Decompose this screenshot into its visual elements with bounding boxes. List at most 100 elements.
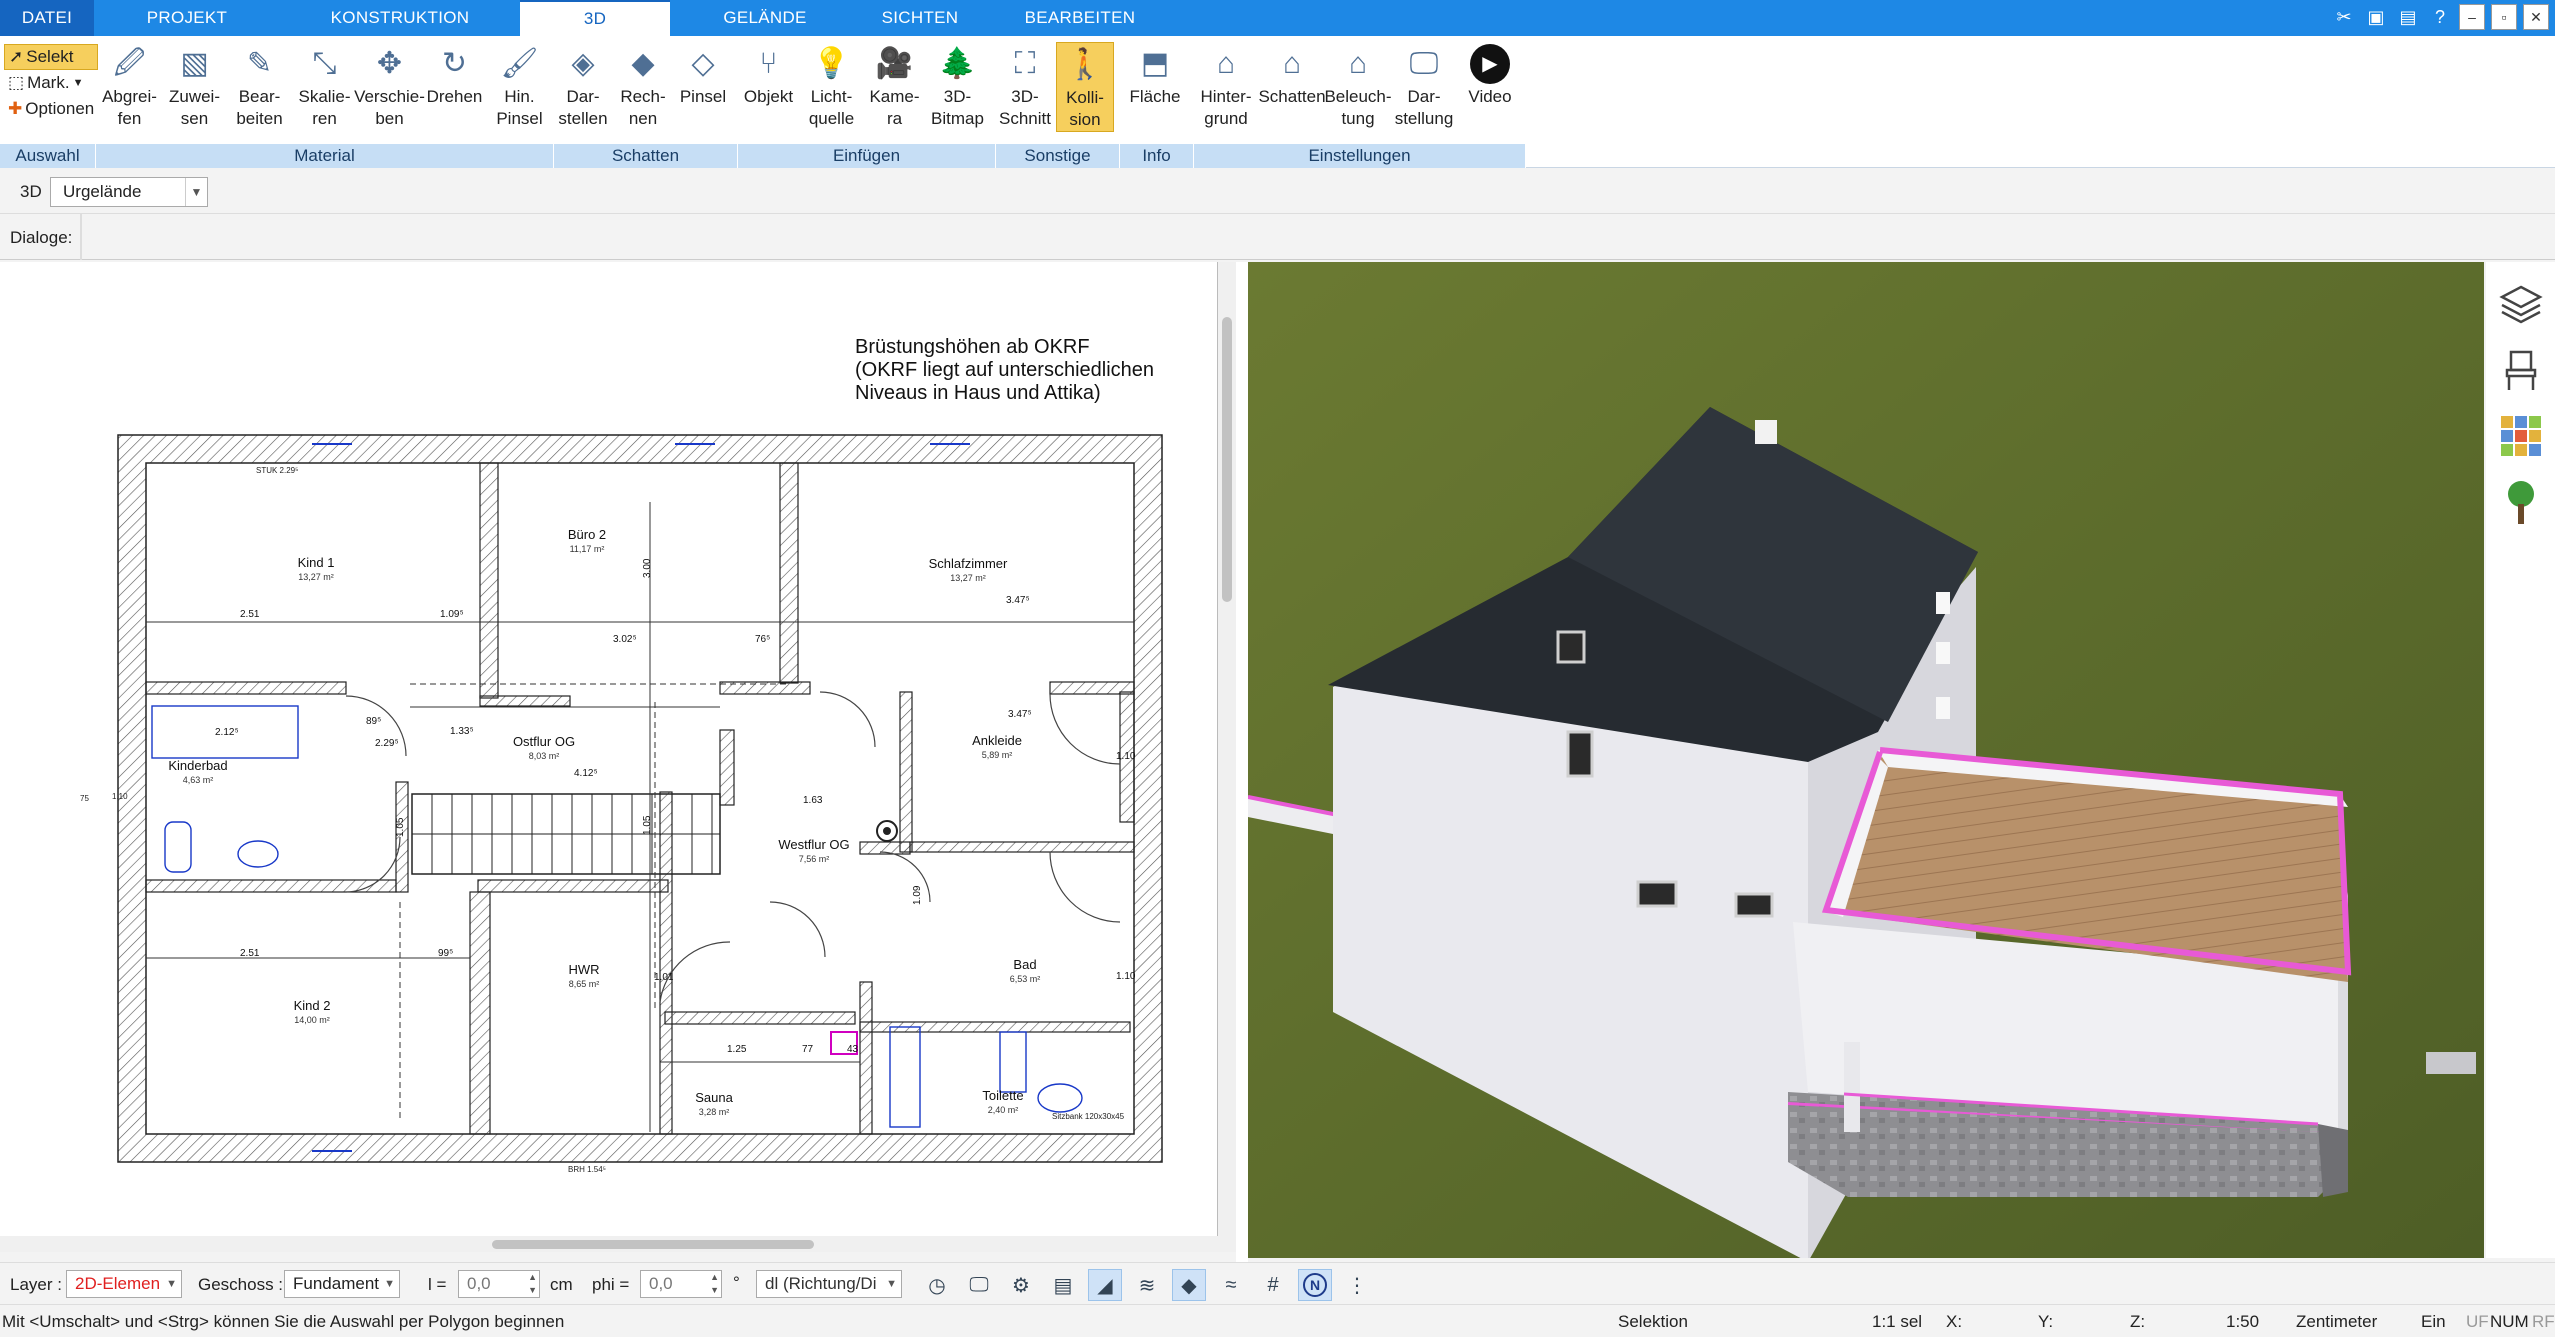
floor-plan-view[interactable]: Kind 1 13,27 m² Büro 2 11,17 m² Schlafzimmer… bbox=[0, 262, 1218, 1236]
ribbon-button-material-5[interactable]: ↻ Drehen bbox=[423, 42, 486, 108]
outer-wall bbox=[117, 434, 1163, 1163]
selekt-button[interactable]: ➚ Selekt bbox=[4, 44, 99, 70]
layers-stack-icon[interactable]: ▤ bbox=[1046, 1269, 1080, 1301]
tab-sichten[interactable]: SICHTEN bbox=[860, 0, 980, 36]
ribbon-button-einfuegen-3[interactable]: 🌲 3D- Bitmap bbox=[927, 42, 988, 130]
dash-fill-icon[interactable]: ≈ bbox=[1214, 1269, 1248, 1301]
app-window: DATEI PROJEKT KONSTRUKTION 3D GELÄNDE SI… bbox=[0, 0, 2555, 1337]
ribbon-button-label: Fläche bbox=[1129, 87, 1181, 106]
ribbon-button-material-3[interactable]: ⤡ Skalie-ren bbox=[293, 42, 356, 130]
plus-icon: ✚ bbox=[8, 99, 23, 118]
chair-icon[interactable] bbox=[2493, 342, 2549, 398]
direction-select[interactable]: dl (Richtung/Di ▼ bbox=[756, 1270, 902, 1298]
plan-horizontal-scrollbar[interactable] bbox=[0, 1236, 1236, 1252]
dimension-label: 43 bbox=[847, 1044, 859, 1055]
minimize-button[interactable]: – bbox=[2459, 4, 2485, 30]
ribbon-button-label: ra bbox=[886, 109, 903, 128]
restore-button[interactable]: ▫ bbox=[2491, 4, 2517, 30]
tools-icon[interactable]: ✂ bbox=[2331, 4, 2357, 30]
section-cut-icon: ⛶ bbox=[1014, 47, 1036, 80]
tab-3d[interactable]: 3D bbox=[520, 0, 670, 36]
ribbon-button-sonstige-0[interactable]: ⛶ 3D- Schnitt bbox=[996, 42, 1054, 130]
room-name-label: Kinderbad bbox=[168, 758, 227, 773]
ribbon-button-sonstige-1[interactable]: 🚶 Kolli-sion bbox=[1056, 42, 1114, 132]
grid-icon[interactable]: # bbox=[1256, 1269, 1290, 1301]
group-einfuegen: ⑂ Objekt 💡 Licht-quelle 🎥 Kame-ra 🌲 3D- Bitmap E… bbox=[738, 40, 996, 168]
ribbon-button-material-4[interactable]: ✥ Verschie-ben bbox=[354, 42, 425, 130]
save-icon[interactable]: ▣ bbox=[2363, 4, 2389, 30]
layer-label: Layer : bbox=[10, 1275, 62, 1294]
spin-icon[interactable]: ▲ ▼ bbox=[710, 1271, 719, 1297]
ribbon-button-einstellungen-2[interactable]: ⌂ Beleuch-tung bbox=[1324, 42, 1391, 130]
north-icon[interactable]: N bbox=[1298, 1269, 1332, 1301]
length-unit: cm bbox=[550, 1275, 573, 1294]
ribbon-button-einstellungen-4[interactable]: ▶ Video bbox=[1458, 42, 1522, 108]
mark-icon: ⬚ bbox=[8, 73, 25, 92]
layers-icon[interactable] bbox=[2493, 276, 2549, 332]
ribbon-button-material-6[interactable]: 🖌 Hin. Pinsel bbox=[488, 42, 551, 130]
group-einstellungen: ⌂ Hinter-grund ⌂ Schatten ⌂ Beleuch-tung 🖵 Dar-… bbox=[1194, 40, 1526, 168]
ribbon-button-einfuegen-1[interactable]: 💡 Licht-quelle bbox=[801, 42, 862, 130]
ribbon-button-label: Bitmap bbox=[931, 109, 984, 128]
help-icon[interactable]: ? bbox=[2427, 4, 2453, 30]
ribbon-button-einstellungen-3[interactable]: 🖵 Dar-stellung bbox=[1392, 42, 1456, 130]
3d-view[interactable] bbox=[1248, 262, 2484, 1258]
monitor-icon[interactable]: 🖵 bbox=[962, 1269, 996, 1301]
ribbon-button-label: stellen bbox=[558, 109, 608, 128]
tab-bearbeiten[interactable]: BEARBEITEN bbox=[980, 0, 1180, 36]
divider bbox=[80, 214, 82, 260]
dimension-label: 3.47⁵ bbox=[1006, 595, 1030, 606]
ribbon-button-einstellungen-1[interactable]: ⌂ Schatten bbox=[1258, 42, 1325, 108]
ribbon-button-material-0[interactable]: 🖉 Abgrei-fen bbox=[98, 42, 161, 130]
spin-icon[interactable]: ▲ ▼ bbox=[528, 1271, 537, 1297]
layer-select[interactable]: 2D-Elemen ▼ bbox=[66, 1270, 182, 1298]
geschoss-label: Geschoss : bbox=[198, 1275, 284, 1294]
plan-annotation: Sitzbank 120x30x45 bbox=[1052, 1112, 1125, 1121]
ribbon-button-label: Drehen bbox=[426, 87, 483, 106]
layout-icon[interactable]: ▤ bbox=[2395, 4, 2421, 30]
more-vertical-icon[interactable]: ⋮ bbox=[1340, 1269, 1374, 1301]
tab-konstruktion[interactable]: KONSTRUKTION bbox=[280, 0, 520, 36]
ribbon-button-info-0[interactable]: ⬒ Fläche bbox=[1122, 42, 1188, 108]
ribbon-button-material-2[interactable]: ✎ Bear-beiten bbox=[228, 42, 291, 130]
ribbon-button-einfuegen-2[interactable]: 🎥 Kame-ra bbox=[864, 42, 925, 130]
length-input[interactable]: 0,0 ▲ ▼ bbox=[458, 1270, 540, 1298]
dimension-label: 1.33⁵ bbox=[450, 726, 474, 737]
view-splitter[interactable] bbox=[1236, 262, 1248, 1262]
mark-button[interactable]: ⬚ Mark. ▼ bbox=[4, 70, 98, 96]
geschoss-select[interactable]: Fundament ▼ bbox=[284, 1270, 400, 1298]
clock-icon[interactable]: ◷ bbox=[920, 1269, 954, 1301]
plan-vertical-scrollbar[interactable] bbox=[1218, 262, 1236, 1236]
dimension-label: 1.01 bbox=[654, 972, 674, 983]
tab-projekt[interactable]: PROJEKT bbox=[94, 0, 280, 36]
terrain-combo[interactable]: Urgelände ▼ bbox=[50, 177, 208, 207]
materials-palette-icon[interactable] bbox=[2493, 408, 2549, 464]
ribbon-button-label: Video bbox=[1468, 87, 1512, 106]
scroll-thumb[interactable] bbox=[492, 1240, 814, 1249]
dimension-label: 1.05 bbox=[395, 817, 406, 837]
3d-house-render bbox=[1248, 262, 2484, 1258]
room-name-label: Büro 2 bbox=[568, 527, 606, 542]
wall-view-icon[interactable]: ◢ bbox=[1088, 1269, 1122, 1301]
close-button[interactable]: ✕ bbox=[2523, 4, 2549, 30]
phi-input[interactable]: 0,0 ▲ ▼ bbox=[640, 1270, 722, 1298]
room-name-label: Ankleide bbox=[972, 733, 1022, 748]
group-sonstige: ⛶ 3D- Schnitt 🚶 Kolli-sion Sonstige bbox=[996, 40, 1120, 168]
room-area-label: 8,65 m² bbox=[569, 979, 600, 989]
ribbon-button-einfuegen-0[interactable]: ⑂ Objekt bbox=[738, 42, 799, 108]
dimension-label: 99⁵ bbox=[438, 948, 453, 959]
hatch-view-icon[interactable]: ≋ bbox=[1130, 1269, 1164, 1301]
camera-ortho-icon[interactable]: ⚙ bbox=[1004, 1269, 1038, 1301]
tree-icon[interactable] bbox=[2493, 474, 2549, 530]
plane-fill-icon[interactable]: ◆ bbox=[1172, 1269, 1206, 1301]
area-icon: ⬒ bbox=[1140, 47, 1170, 80]
ribbon-button-schatten-2[interactable]: ◇ Pinsel bbox=[674, 42, 732, 108]
ribbon-button-material-1[interactable]: ▧ Zuwei-sen bbox=[163, 42, 226, 130]
ribbon-button-einstellungen-0[interactable]: ⌂ Hinter-grund bbox=[1194, 42, 1258, 130]
scroll-thumb[interactable] bbox=[1222, 317, 1232, 602]
tab-datei[interactable]: DATEI bbox=[0, 0, 94, 36]
tab-gelaende[interactable]: GELÄNDE bbox=[670, 0, 860, 36]
ribbon-button-schatten-1[interactable]: ◆ Rech-nen bbox=[614, 42, 672, 130]
optionen-button[interactable]: ✚ Optionen bbox=[4, 96, 98, 122]
ribbon-button-schatten-0[interactable]: ◈ Dar-stellen bbox=[554, 42, 612, 130]
